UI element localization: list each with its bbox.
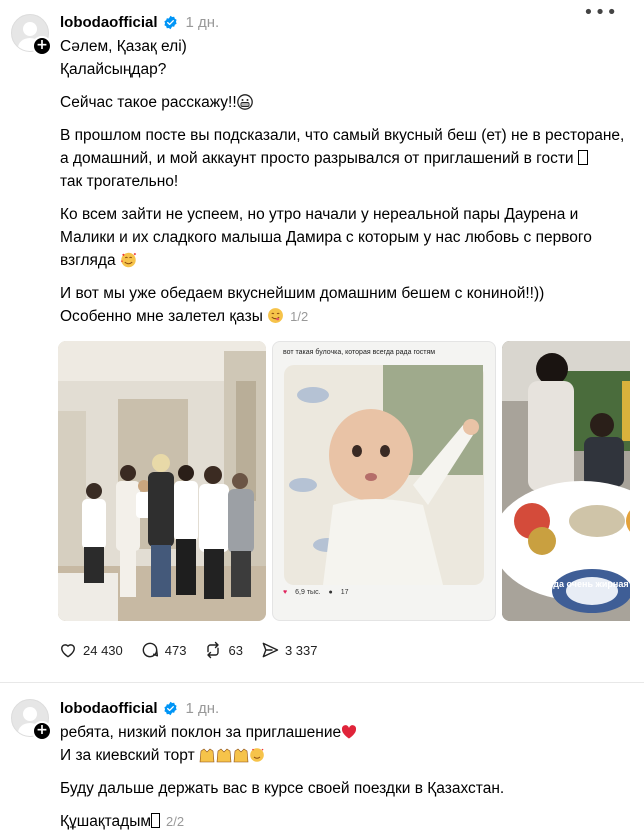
text-line: так трогательно! <box>60 173 179 190</box>
heart-icon <box>61 644 75 658</box>
text-line: Сәлем, Қазақ елі) <box>60 38 187 55</box>
text-span: Құшақтадым <box>60 813 152 830</box>
like-button[interactable]: 24 430 <box>58 640 123 660</box>
group-photo-image <box>58 341 266 621</box>
smiling-hearts-emoji-icon <box>120 252 137 268</box>
comment-icon <box>142 642 158 658</box>
text-span: Особенно мне залетел қазы <box>60 308 263 325</box>
avatar[interactable]: + <box>11 14 52 56</box>
text-span: ребята, низкий поклон за приглашение <box>60 724 342 741</box>
post-2: + lobodaofficial 1 дн. ребята, низкий по… <box>0 683 644 833</box>
raised-hands-emoji-icon <box>199 747 265 763</box>
post-header: lobodaofficial 1 дн. <box>60 697 630 719</box>
repost-count: 63 <box>228 642 243 658</box>
media-carousel[interactable]: вот такая булочка, которая всегда рада г… <box>58 341 630 621</box>
post-time: 1 дн. <box>185 13 220 31</box>
text-line: Сейчас такое расскажу!! <box>60 91 630 114</box>
share-count: 3 337 <box>284 642 318 658</box>
text-span: а домашний, и мой аккаунт просто разрыва… <box>60 150 574 167</box>
grin-emoji-icon <box>236 94 253 110</box>
text-line: Ко всем зайти не успеем, но утро начали … <box>60 206 579 223</box>
text-line: взгляда <box>60 249 630 272</box>
photo-stats: ♥ 6,9 тыс. ● 17 <box>273 585 495 600</box>
text-line: И вот мы уже обедаем вкуснейшим домашним… <box>60 285 545 302</box>
baby-photo-image <box>284 365 484 585</box>
text-line: Малики и их сладкого малыша Дамира с кот… <box>60 229 592 246</box>
username[interactable]: lobodaofficial <box>60 700 158 717</box>
avatar[interactable]: + <box>11 699 52 741</box>
text-line: Буду дальше держать вас в курсе своей по… <box>60 780 505 797</box>
text-span: взгляда <box>60 252 116 269</box>
text-span: И за киевский торт <box>60 747 195 764</box>
comment-count: 473 <box>164 642 187 658</box>
text-line: Қалайсыңдар? <box>60 61 167 78</box>
repost-button[interactable]: 63 <box>203 640 243 660</box>
post-time: 1 дн. <box>185 699 220 717</box>
verified-badge-icon <box>163 701 177 715</box>
photo-caption: вот такая булочка, которая всегда рада г… <box>283 349 436 356</box>
text-line: ребята, низкий поклон за приглашение <box>60 721 630 744</box>
comment-icon: ● <box>328 589 333 596</box>
text-span: Сейчас такое расскажу!! <box>60 94 237 111</box>
baby-photo-screenshot[interactable]: вот такая булочка, которая всегда рада г… <box>272 341 496 621</box>
action-bar: 24 430 473 63 3 337 <box>58 637 630 663</box>
photo-comments: 17 <box>340 589 349 596</box>
more-options-icon[interactable]: ••• <box>583 2 618 23</box>
share-button[interactable]: 3 337 <box>260 640 318 660</box>
pager: 1/2 <box>290 309 309 324</box>
red-heart-emoji-icon <box>342 725 357 739</box>
missing-glyph-icon <box>577 150 588 165</box>
text-line: а домашний, и мой аккаунт просто разрыва… <box>60 147 630 170</box>
username[interactable]: lobodaofficial <box>60 14 158 31</box>
post-header: lobodaofficial 1 дн. <box>60 11 630 33</box>
post-text: ребята, низкий поклон за приглашение И з… <box>60 721 630 833</box>
pager: 2/2 <box>166 814 185 829</box>
missing-glyph-icon <box>151 813 161 828</box>
text-line: Құшақтадым 2/2 <box>60 810 630 833</box>
follow-plus-icon[interactable]: + <box>32 721 52 741</box>
dinner-photo[interactable]: когда очень жирная <box>502 341 630 621</box>
verified-badge-icon <box>163 15 177 29</box>
post-1: + lobodaofficial 1 дн. ••• Сәлем, Қазақ … <box>0 0 644 683</box>
text-line: И за киевский торт <box>60 744 630 767</box>
photo-likes: 6,9 тыс. <box>295 589 321 596</box>
heart-icon: ♥ <box>283 589 288 596</box>
group-photo[interactable] <box>58 341 266 621</box>
repost-icon <box>207 641 220 659</box>
text-line: В прошлом посте вы подсказали, что самый… <box>60 127 625 144</box>
follow-plus-icon[interactable]: + <box>32 36 52 56</box>
like-count: 24 430 <box>83 642 123 658</box>
post-text: Сәлем, Қазақ елі) Қалайсыңдар? Сейчас та… <box>60 35 630 328</box>
share-icon <box>262 642 279 658</box>
yum-emoji-icon <box>268 308 284 323</box>
text-line: Особенно мне залетел қазы 1/2 <box>60 305 630 328</box>
photo-caption: когда очень жирная <box>540 579 629 589</box>
comment-button[interactable]: 473 <box>140 640 187 660</box>
